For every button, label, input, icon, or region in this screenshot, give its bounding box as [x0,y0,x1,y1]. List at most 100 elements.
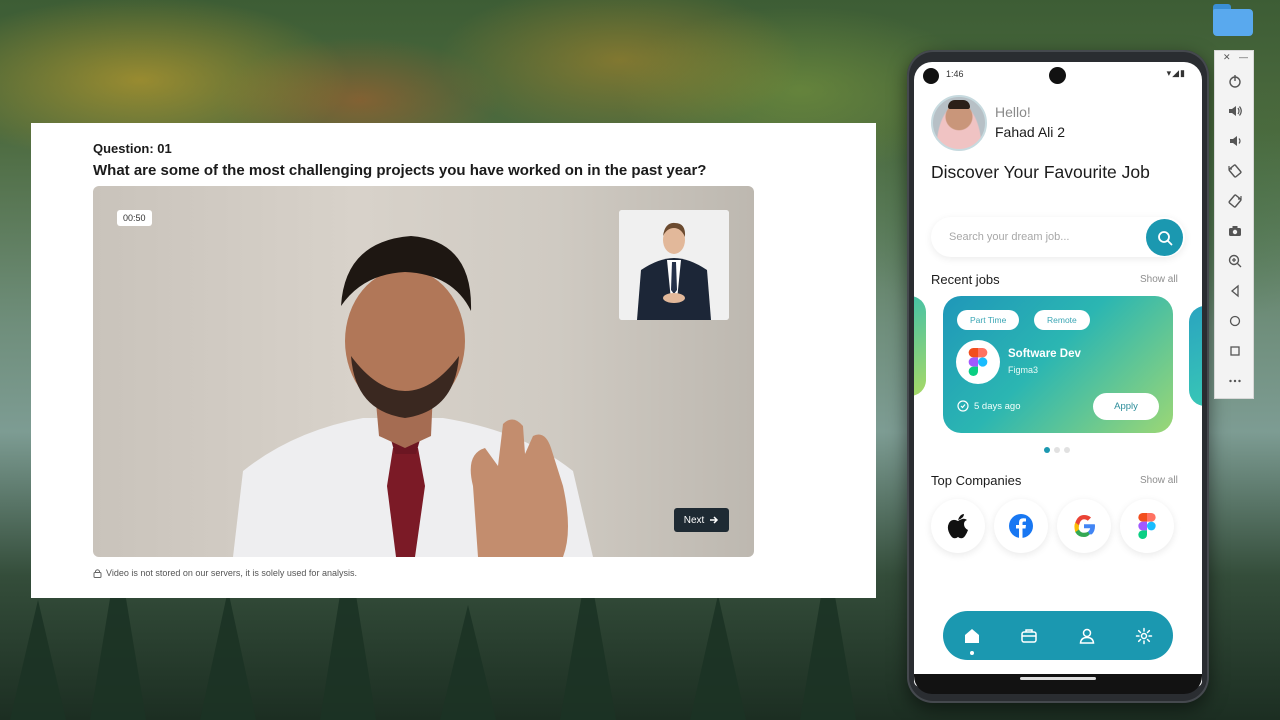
battery-icon: ▮ [1180,68,1186,78]
apple-icon [947,514,968,539]
next-button-label: Next [683,514,705,526]
emulator-more-button[interactable] [1224,370,1246,392]
bottom-navigation [943,611,1173,660]
interviewer-figure [619,210,729,320]
emulator-volume-up-button[interactable] [1224,100,1246,122]
phone-screen: 1:46 ▾◢▮ Hello! Fahad Ali 2 Discover You… [914,62,1202,687]
tree-silhouette [690,595,746,720]
carousel-indicator [1044,447,1070,453]
folder-icon[interactable] [1213,4,1253,36]
home-circle-icon [1229,315,1241,327]
facebook-icon [1009,514,1033,538]
carousel-dot[interactable] [1064,447,1070,453]
privacy-notice-text: Video is not stored on our servers, it i… [106,568,357,578]
avatar-hair [948,100,970,109]
home-icon [964,628,979,643]
power-icon [1229,75,1241,88]
company-apple[interactable] [931,499,985,553]
emulator-home-circle-button[interactable] [1224,310,1246,332]
nav-jobs[interactable] [1014,621,1044,651]
minimize-icon[interactable]: — [1239,52,1248,62]
interview-panel: Question: 01 What are some of the most c… [31,123,876,598]
emulator-toolbar-header: ✕ — [1215,51,1255,66]
settings-icon [1136,627,1153,644]
nav-settings[interactable] [1129,621,1159,651]
figma-icon [1138,513,1156,539]
arrow-right-icon [710,516,719,524]
home-gesture-indicator[interactable] [1020,677,1096,680]
search-button[interactable] [1146,219,1183,256]
status-bar: 1:46 ▾◢▮ [914,62,1202,86]
nav-active-indicator [969,650,974,655]
overview-icon [1230,346,1240,356]
lock-icon [93,569,102,578]
job-posted-time: 5 days ago [957,400,1020,412]
job-card-previous[interactable] [914,296,926,396]
recent-jobs-title: Recent jobs [931,272,1000,287]
android-emulator-device: 1:46 ▾◢▮ Hello! Fahad Ali 2 Discover You… [907,50,1209,703]
company-google[interactable] [1057,499,1111,553]
companies-list [931,499,1174,553]
privacy-notice: Video is not stored on our servers, it i… [93,568,357,578]
company-figma[interactable] [1120,499,1174,553]
front-camera-icon [923,68,939,84]
camera-icon [1229,226,1241,236]
tree-silhouette [440,605,496,720]
company-facebook[interactable] [994,499,1048,553]
emulator-volume-down-button[interactable] [1224,130,1246,152]
job-card[interactable]: Part Time Remote Software Dev Figma3 5 d [943,296,1173,433]
emulator-rotate-left-button[interactable] [1224,160,1246,182]
recording-timer: 00:50 [117,210,152,226]
google-icon [1074,515,1095,537]
top-companies-title: Top Companies [931,473,1022,488]
emulator-zoom-button[interactable] [1224,250,1246,272]
interviewer-avatar-video [619,210,729,320]
emulator-rotate-right-button[interactable] [1224,190,1246,212]
signal-icon: ◢ [1172,68,1181,78]
search-bar [931,217,1185,257]
rotate-right-icon [1228,194,1242,208]
punch-hole-camera-icon [1049,67,1066,84]
emulator-camera-button[interactable] [1224,220,1246,242]
emulator-power-button[interactable] [1224,70,1246,92]
emulator-back-button[interactable] [1224,280,1246,302]
status-icons: ▾◢▮ [1167,68,1186,79]
job-card-next[interactable] [1189,306,1202,406]
user-name: Fahad Ali 2 [995,124,1066,140]
job-posted-text: 5 days ago [974,400,1021,412]
rotate-left-icon [1228,164,1242,178]
nav-profile[interactable] [1072,621,1102,651]
next-button[interactable]: Next [674,508,729,532]
greeting: Hello! [995,104,1031,120]
recent-jobs-show-all-link[interactable]: Show all [1140,274,1178,285]
search-input[interactable] [949,217,1129,257]
carousel-dot[interactable] [1044,447,1050,453]
job-tag-remote: Remote [1034,310,1090,330]
zoom-icon [1228,254,1242,268]
volume-up-icon [1229,106,1242,116]
figma-icon [956,340,1000,384]
nav-home[interactable] [957,621,987,655]
status-time: 1:46 [946,69,964,79]
clock-icon [957,400,969,412]
emulator-toolbar: ✕ — [1214,50,1254,399]
volume-down-icon [1230,136,1241,146]
back-icon [1230,284,1239,298]
job-company: Figma3 [1008,365,1039,375]
question-number: Question: 01 [93,141,172,156]
page-title: Discover Your Favourite Job [931,162,1150,182]
profile-icon [1079,628,1095,644]
close-icon[interactable]: ✕ [1223,52,1231,63]
briefcase-icon [1021,628,1037,643]
top-companies-show-all-link[interactable]: Show all [1140,475,1178,486]
emulator-overview-button[interactable] [1224,340,1246,362]
question-text: What are some of the most challenging pr… [93,162,707,179]
tree-silhouette [200,590,256,720]
job-title: Software Dev [1008,348,1081,360]
webcam-video: 00:50 Next [93,186,754,557]
apply-button[interactable]: Apply [1093,393,1159,420]
more-icon [1229,379,1241,383]
search-icon [1157,230,1172,245]
carousel-dot[interactable] [1054,447,1060,453]
job-tag-part-time: Part Time [957,310,1020,330]
